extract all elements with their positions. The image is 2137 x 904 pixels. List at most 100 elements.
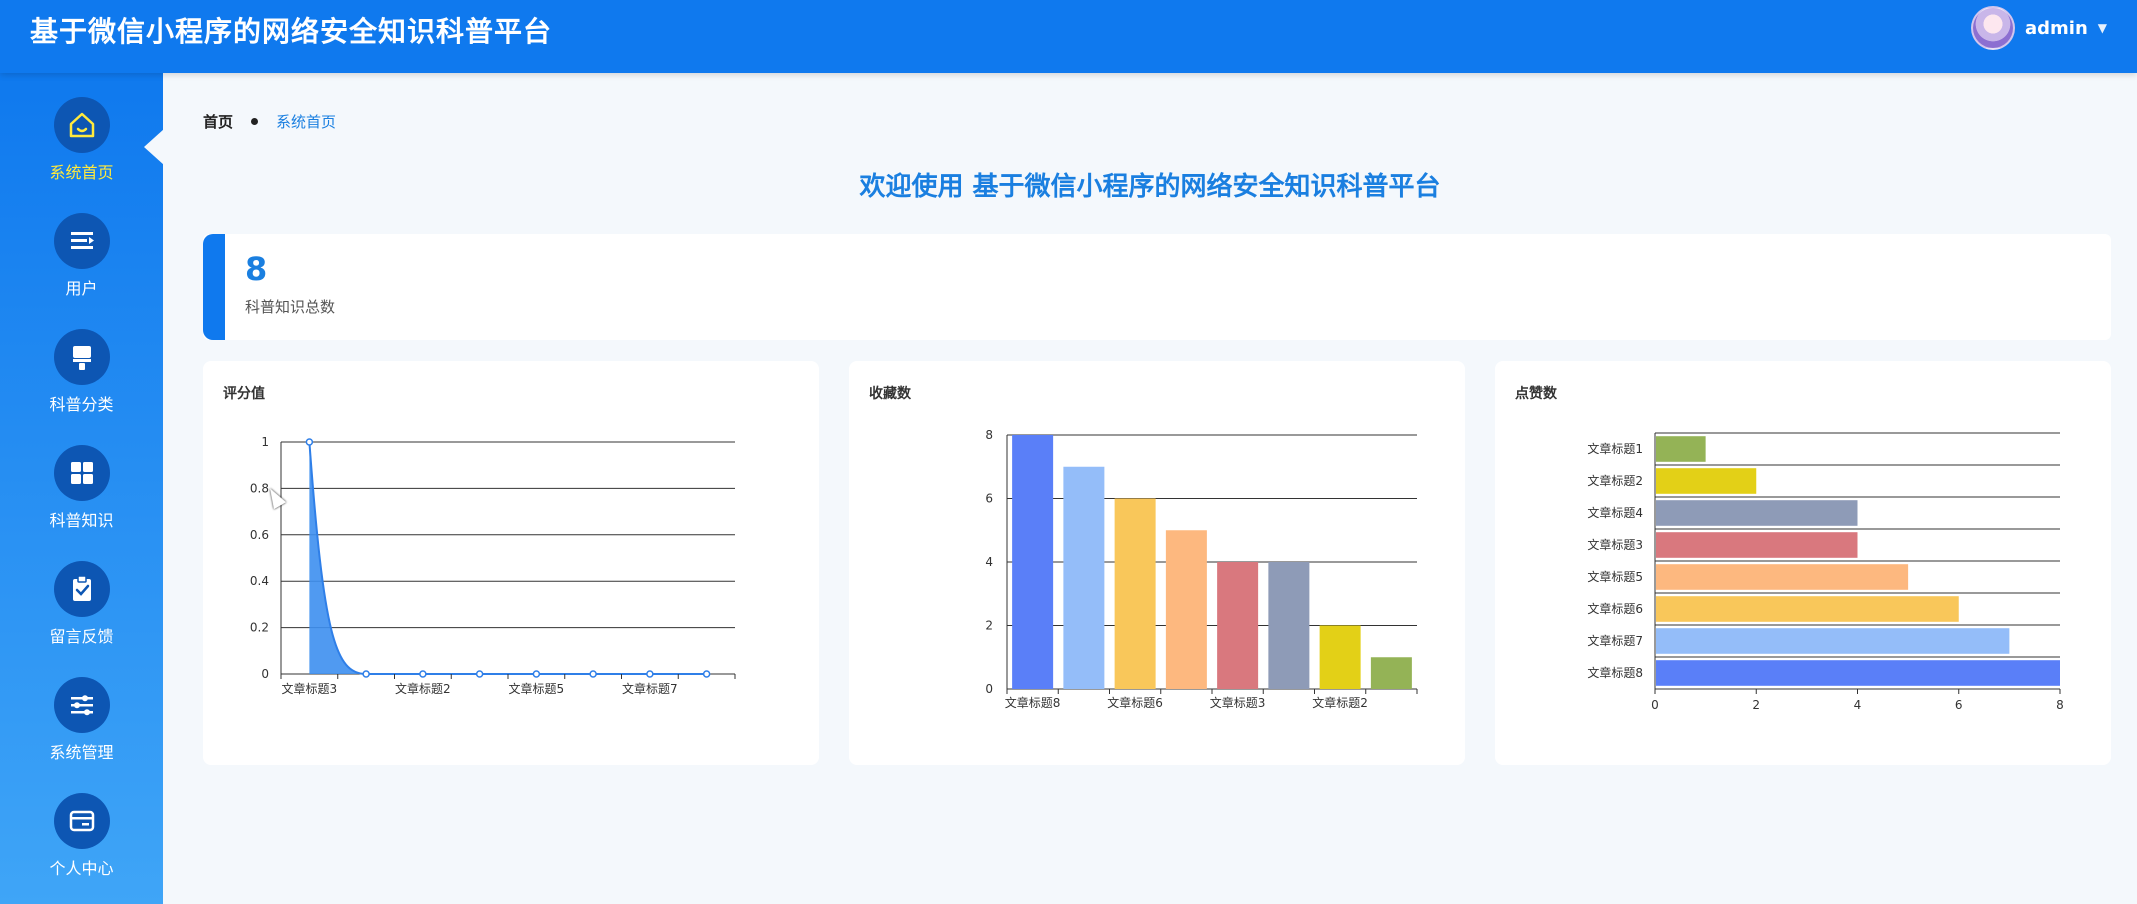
x-tick-label: 文章标题2: [1312, 695, 1368, 710]
sidebar-item-category[interactable]: 科普分类: [0, 305, 163, 421]
x-tick-label: 文章标题3: [282, 681, 338, 696]
x-tick-label: 文章标题7: [622, 681, 678, 696]
breadcrumb-separator: [251, 118, 259, 125]
favorites-chart: 0 2 4 6 8 文章标题8 文章标题6 文章标题3 文章标题2: [985, 428, 1418, 710]
sidebar-item-home[interactable]: 系统首页: [0, 73, 164, 189]
bar: [1114, 498, 1156, 689]
y-tick-label: 8: [985, 428, 993, 442]
data-point: [305, 438, 314, 446]
sidebar-item-profile[interactable]: 个人中心: [0, 769, 163, 885]
likes-chart: 文章标题1 文章标题2 文章标题4 文章标题3 文章标题5 文章标题6 文章标题7 文章标题8…: [1587, 432, 2064, 712]
data-point: [362, 670, 370, 678]
breadcrumb-current: 系统首页: [276, 113, 337, 131]
chevron-down-icon[interactable]: ▼: [2098, 21, 2107, 35]
top-bar: 基于微信小程序的网络安全知识科普平台 admin ▼: [0, 0, 2137, 73]
bar: [1656, 596, 1959, 622]
bar: [1656, 436, 1706, 462]
y-tick-label: 0.4: [250, 574, 269, 588]
bar: [1268, 562, 1310, 689]
x-tick-label: 0: [1651, 698, 1659, 712]
x-tick-label: 6: [1955, 698, 1963, 712]
sidebar-item-label: 用户: [65, 279, 98, 298]
y-tick-label: 0: [261, 667, 269, 681]
bar: [1217, 562, 1259, 689]
y-tick-label: 文章标题8: [1587, 665, 1643, 680]
bar: [1370, 657, 1412, 689]
likes-chart-card: 点赞数 文章标题1 文章标题2 文章标题4 文章标题3 文章标题5 文章标题6 文章标题7 文…: [1495, 361, 2111, 765]
home-icon: [53, 97, 110, 153]
breadcrumb-home[interactable]: 首页: [203, 111, 233, 132]
sliders-icon: [53, 677, 110, 733]
x-tick-label: 2: [1752, 698, 1760, 712]
x-tick-label: 文章标题3: [1210, 695, 1266, 710]
sidebar-item-label: 留言反馈: [49, 627, 114, 646]
bar: [1319, 625, 1361, 689]
rating-chart-card: 评分值 0 0.2 0.4 0.6 0.8 1 文章标题3 文章标题2 文章标题5 文章标题7: [203, 361, 819, 765]
area-fill: [309, 442, 707, 674]
sidebar: 系统首页 用户 科普分类 科普知识 留言反馈 系统管理 个人中心: [0, 73, 164, 904]
sidebar-item-label: 科普知识: [49, 511, 114, 530]
bar: [1012, 435, 1054, 689]
stat-label: 科普知识总数: [245, 298, 336, 316]
main-content: 首页 系统首页 欢迎使用 基于微信小程序的网络安全知识科普平台 8 科普知识总数…: [163, 73, 2137, 904]
y-tick-label: 1: [261, 435, 269, 449]
grid-icon: [53, 445, 110, 501]
user-list-icon: [53, 213, 110, 269]
avatar[interactable]: [1970, 6, 2015, 50]
stat-value: 8: [245, 250, 268, 288]
sidebar-item-label: 系统首页: [49, 163, 114, 182]
rating-chart: 00.20.40.60.81文章标题3 文章标题2 文章标题5 文章标题7: [250, 435, 736, 696]
data-point: [419, 670, 427, 678]
y-tick-label: 4: [985, 555, 993, 569]
x-tick-label: 文章标题2: [395, 681, 451, 696]
breadcrumb: 首页 系统首页: [203, 111, 336, 132]
page-title: 欢迎使用 基于微信小程序的网络安全知识科普平台: [859, 172, 1441, 202]
y-tick-label: 文章标题4: [1587, 505, 1643, 520]
data-point: [532, 670, 541, 678]
bar: [1656, 628, 2010, 654]
series-line: [308, 441, 707, 675]
username[interactable]: admin: [2025, 18, 2088, 39]
clipboard-check-icon: [53, 561, 110, 617]
bar: [1656, 468, 1757, 494]
x-tick-label: 文章标题5: [509, 681, 565, 696]
data-point: [475, 670, 484, 678]
y-tick-label: 0.6: [250, 528, 269, 542]
y-tick-label: 文章标题1: [1587, 441, 1643, 456]
y-tick-label: 文章标题6: [1587, 601, 1643, 616]
active-indicator: [144, 129, 164, 165]
sidebar-item-label: 科普分类: [49, 395, 114, 414]
bar: [1063, 466, 1105, 689]
y-tick-label: 文章标题2: [1587, 473, 1643, 488]
card-icon: [53, 793, 110, 849]
sidebar-item-label: 个人中心: [49, 859, 114, 878]
category-icon: [53, 329, 110, 385]
bar: [1656, 660, 2060, 686]
sidebar-item-label: 系统管理: [49, 743, 114, 762]
data-point: [589, 670, 597, 678]
bar: [1656, 564, 1909, 590]
bar: [1656, 532, 1858, 558]
y-tick-label: 6: [985, 492, 993, 506]
stat-accent-bar: [203, 234, 225, 340]
user-menu[interactable]: admin ▼: [1970, 6, 2107, 50]
bar: [1656, 500, 1858, 526]
x-tick-label: 4: [1854, 698, 1862, 712]
favorites-chart-card: 收藏数 0 2 4 6 8 文章标题8 文章标题6 文章标题3 文章标题2: [849, 361, 1465, 765]
data-point: [646, 670, 654, 678]
y-tick-label: 0.2: [250, 621, 269, 635]
y-tick-label: 0: [985, 682, 993, 696]
sidebar-item-system[interactable]: 系统管理: [0, 653, 163, 769]
stat-card: 8 科普知识总数: [203, 234, 2111, 340]
y-tick-label: 文章标题7: [1587, 633, 1643, 648]
bar: [1165, 530, 1207, 689]
app-title: 基于微信小程序的网络安全知识科普平台: [30, 15, 553, 48]
y-tick-label: 文章标题3: [1587, 537, 1643, 552]
sidebar-item-feedback[interactable]: 留言反馈: [0, 537, 163, 653]
x-tick-label: 文章标题8: [1005, 695, 1061, 710]
data-point: [702, 670, 711, 678]
y-tick-label: 文章标题5: [1587, 569, 1643, 584]
x-tick-label: 文章标题6: [1107, 695, 1163, 710]
sidebar-item-users[interactable]: 用户: [0, 189, 163, 305]
sidebar-item-knowledge[interactable]: 科普知识: [0, 421, 163, 537]
